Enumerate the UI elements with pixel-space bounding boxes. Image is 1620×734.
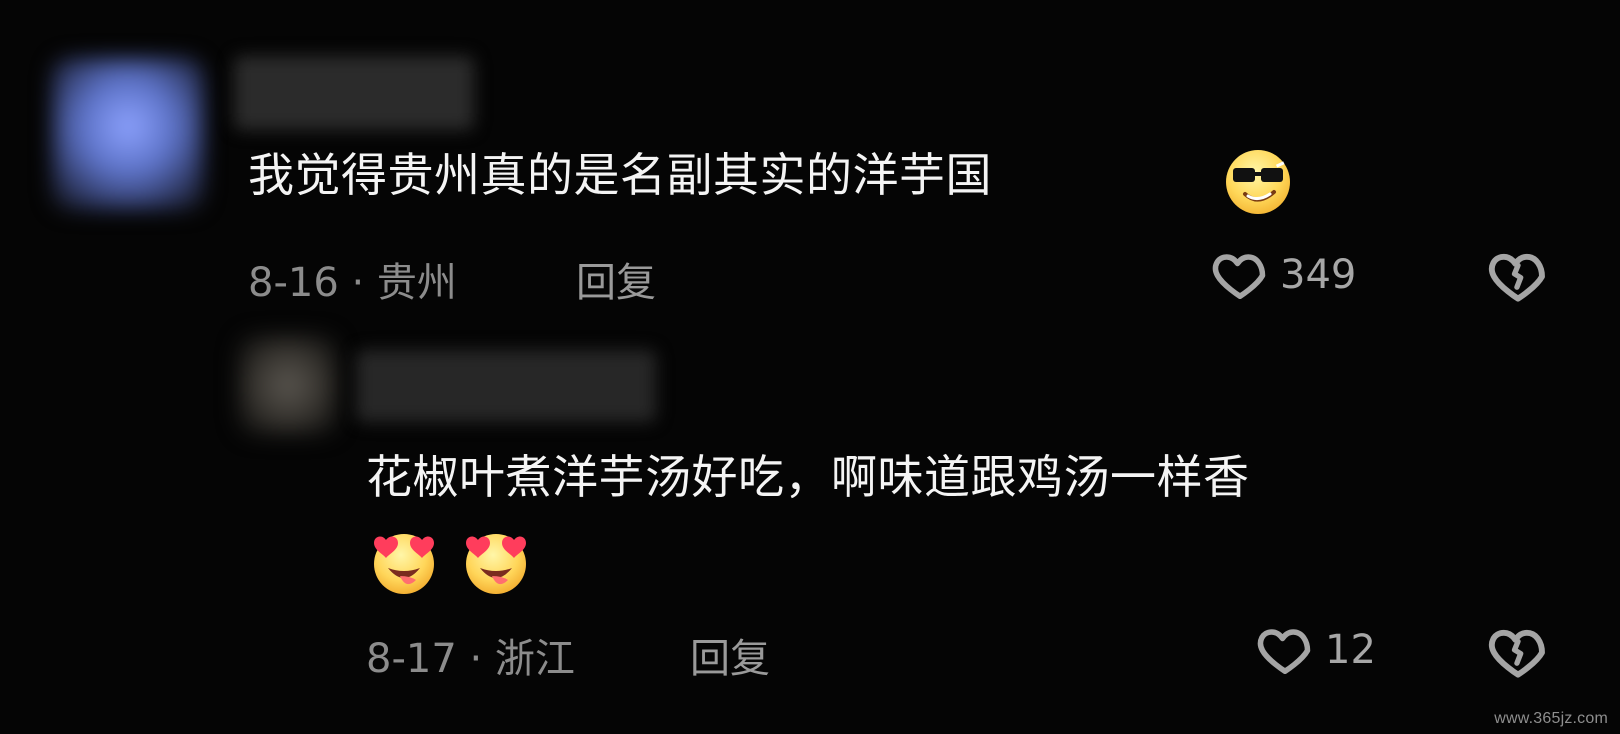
heart-eyes-tongue-emoji — [466, 534, 526, 594]
heart-eyes-tongue-emoji — [374, 534, 434, 594]
avatar[interactable] — [238, 335, 338, 435]
broken-heart-icon[interactable] — [1486, 244, 1550, 308]
like-count: 349 — [1280, 252, 1357, 298]
like-count: 12 — [1325, 627, 1376, 673]
watermark: www.365jz.com — [1494, 710, 1608, 727]
heart-icon — [1257, 629, 1311, 674]
like-button[interactable]: 349 — [1210, 245, 1356, 305]
username[interactable] — [234, 56, 474, 130]
comment-text: 花椒叶煮洋芋汤好吃，啊味道跟鸡汤一样香 — [366, 450, 1250, 504]
avatar[interactable] — [52, 58, 204, 210]
broken-heart-icon[interactable] — [1486, 620, 1550, 684]
sunglasses-grin-emoji — [1226, 150, 1290, 214]
username[interactable] — [356, 350, 656, 422]
timestamp-location: 8-17 · 浙江 — [366, 636, 575, 682]
reply-button[interactable]: 回复 — [576, 250, 656, 308]
heart-icon — [1212, 254, 1266, 299]
like-button[interactable]: 12 — [1255, 620, 1376, 680]
timestamp-location: 8-16 · 贵州 — [248, 260, 457, 306]
reply-button[interactable]: 回复 — [690, 626, 770, 684]
comment-text: 我觉得贵州真的是名副其实的洋芋国 — [248, 148, 992, 202]
